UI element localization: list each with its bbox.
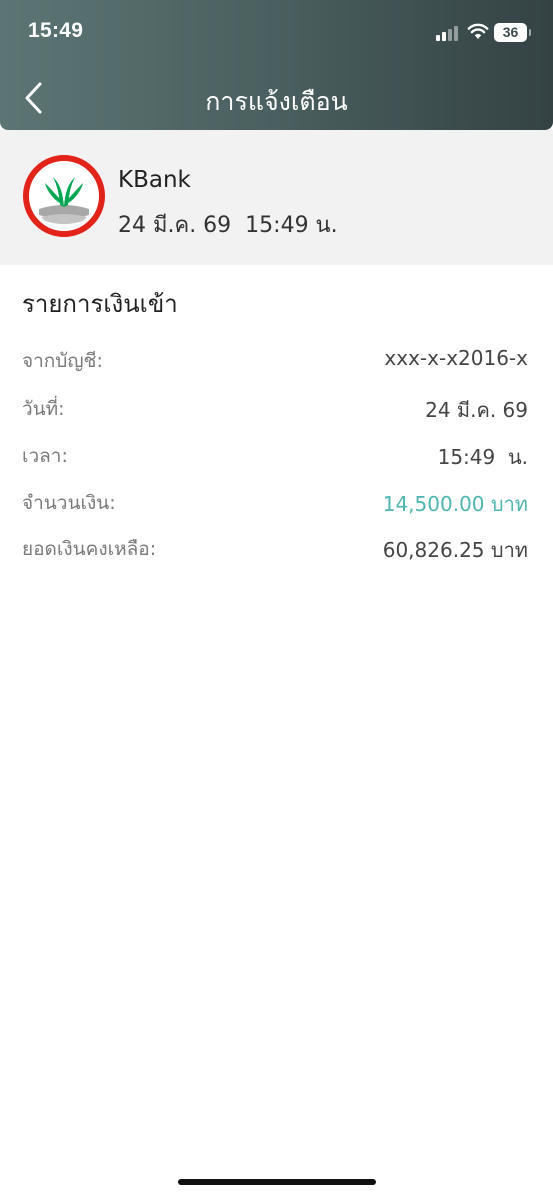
detail-label: เวลา: (22, 445, 68, 467)
detail-label: ยอดเงินคงเหลือ: (22, 538, 157, 560)
detail-row-balance: ยอดเงินคงเหลือ: 60,826.25 บาท (22, 534, 528, 564)
detail-row-account: จากบัญชี: xxx-x-x2016-x (22, 346, 528, 376)
detail-row-date: วันที่: 24 มี.ค. 69 (22, 394, 528, 424)
header-bar: 15:49 36 การแจ้งเตือน (0, 0, 553, 130)
status-time: 15:49 (28, 19, 84, 42)
detail-label: จำนวนเงิน: (22, 492, 116, 514)
cellular-signal-icon (436, 25, 462, 41)
detail-value: 24 มี.ค. 69 (425, 398, 528, 422)
detail-label: จากบัญชี: (22, 350, 103, 372)
section-title: รายการเงินเข้า (22, 290, 178, 318)
page-title: การแจ้งเตือน (205, 87, 348, 116)
home-indicator[interactable] (178, 1179, 376, 1185)
detail-value: 60,826.25 บาท (382, 538, 528, 562)
detail-value: xxx-x-x2016-x (384, 346, 528, 370)
battery-tip (529, 29, 531, 36)
battery-icon: 36 (494, 23, 527, 42)
sender-name: KBank (118, 167, 191, 193)
wifi-icon (467, 23, 489, 39)
kbank-logo-icon (23, 155, 105, 237)
detail-row-amount: จำนวนเงิน: 14,500.00 บาท (22, 488, 528, 518)
sender-card: KBank 24 มี.ค. 69 15:49 น. (0, 130, 553, 265)
sender-datetime: 24 มี.ค. 69 15:49 น. (118, 213, 338, 238)
amount-value: 14,500.00 บาท (382, 492, 528, 516)
detail-label: วันที่: (22, 398, 65, 420)
detail-value: 15:49 น. (437, 445, 528, 469)
detail-row-time: เวลา: 15:49 น. (22, 441, 528, 471)
